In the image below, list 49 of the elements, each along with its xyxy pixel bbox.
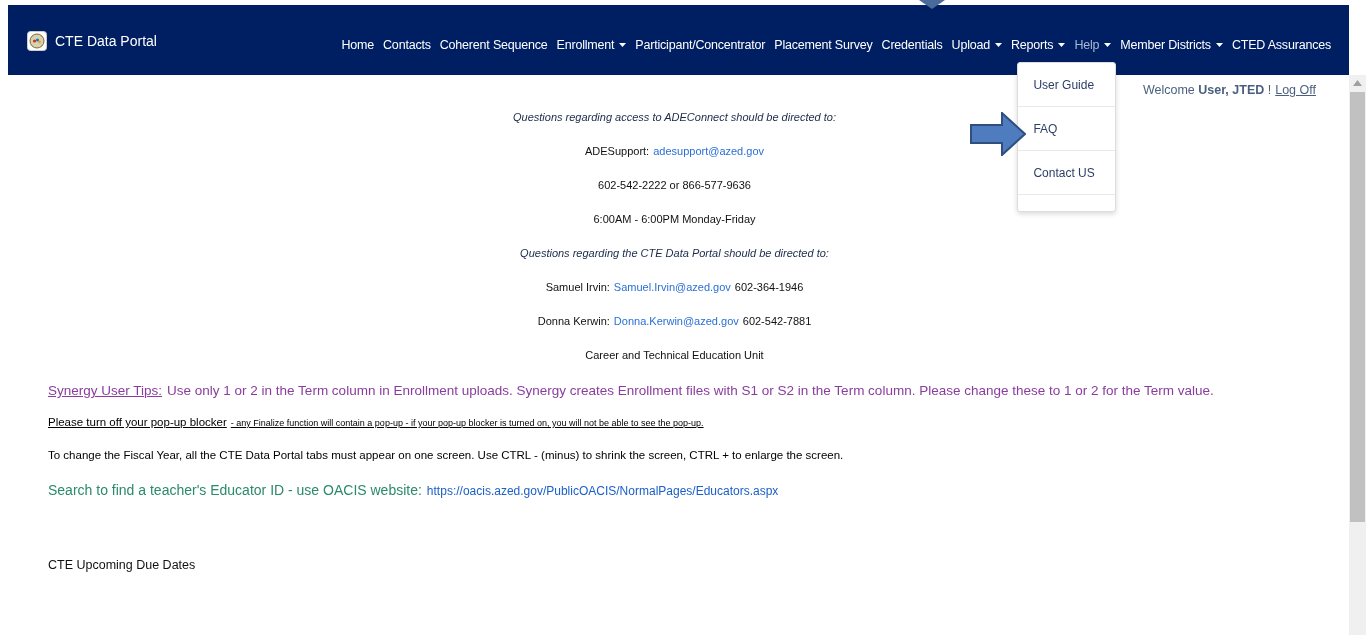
caret-icon [1104,43,1112,47]
popup-warning-text: - any Finalize function will contain a pop-up - if your pop-up blocker is turned on, you will not be able to see the pop-up. [230,418,704,428]
caret-icon [995,43,1002,47]
menu-item[interactable]: Contact US [1018,151,1116,195]
nav-link[interactable]: Member Districts [1120,38,1223,52]
section-heading: CTE Upcoming Due Dates [48,558,197,572]
contact-name: ADESupport: [584,145,650,158]
email-link[interactable]: Donna.Kerwin@azed.gov [613,315,739,328]
nav-link[interactable]: Help [1074,38,1112,52]
tips-link[interactable]: Synergy User Tips: [48,383,163,398]
contact-heading: Questions regarding the CTE Data Portal should be directed to: [520,247,829,260]
scrollbar[interactable] [1349,75,1366,635]
nav-link[interactable]: Reports [1011,38,1066,52]
educator-search-text: Search to find a teacher's Educator ID - use OACIS website: [48,482,422,498]
contact-info: 6:00AM - 6:00PM Monday-Friday [593,213,756,226]
phone-number: 602-542-7881 [742,315,812,328]
contact-name: Donna Kerwin: [537,315,610,328]
tips-text: Use only 1 or 2 in the Term column in Enrollment uploads. Synergy creates Enrollment files with S1 or S2 in the Term column. Please change these to 1 or 2 for the Term value. [167,383,1214,398]
nav-link[interactable]: Enrollment [556,38,627,52]
email-link[interactable]: Samuel.Irvin@azed.gov [613,281,731,294]
nav-link[interactable]: Participant/Concentrator [635,38,766,52]
welcome-text: Welcome User, JTED ! [1142,83,1272,97]
popup-warning-title: Please turn off your pop-up blocker [48,416,227,428]
brand-title[interactable]: CTE Data Portal [55,33,157,49]
contact-info: Career and Technical Education Unit [585,349,764,362]
nav-link[interactable]: Contacts [383,38,431,52]
seal-logo-icon[interactable] [27,31,47,51]
caret-icon [1058,43,1066,47]
fiscal-year-note: To change the Fiscal Year, all the CTE Data Portal tabs must appear on one screen. Use CTRL - (minus) to shrink the screen, CTRL + to enlarge the screen. [48,449,845,461]
nav-link[interactable]: Placement Survey [774,38,873,52]
log-off-link[interactable]: Log Off [1275,83,1316,97]
arrow-icon [970,112,1026,156]
nav-link[interactable]: CTED Assurances [1231,38,1331,52]
scroll-up-icon[interactable] [1353,80,1362,86]
nav-link[interactable]: Upload [951,38,1002,52]
menu-item[interactable]: User Guide [1018,63,1116,107]
nav-link[interactable]: Credentials [881,38,943,52]
nav-link[interactable]: Coherent Sequence [439,38,548,52]
caret-icon [619,43,627,47]
contact-info: 602-542-2222 or 866-577-9636 [598,179,751,192]
email-link[interactable]: adesupport@azed.gov [653,145,765,158]
scrollbar-thumb[interactable] [1350,92,1365,522]
contact-heading: Questions regarding access to ADEConnect should be directed to: [512,111,837,124]
oacis-link[interactable]: https://oacis.azed.gov/PublicOACIS/NormalPages/Educators.aspx [426,484,779,498]
contact-name: Samuel Irvin: [545,281,610,294]
caret-icon [1215,43,1223,47]
arrow-icon [919,0,945,9]
phone-number: 602-364-1946 [734,281,804,294]
nav-link[interactable]: Home [341,38,375,52]
